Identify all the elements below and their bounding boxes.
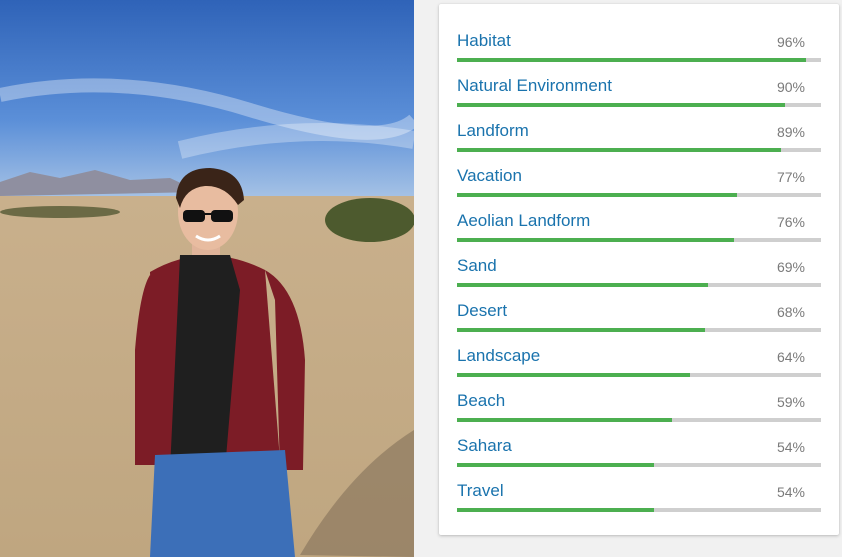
label-name-link[interactable]: Landscape: [457, 346, 540, 366]
confidence-bar-fill: [457, 103, 785, 107]
confidence-bar-track: [457, 193, 821, 197]
label-percent: 90%: [776, 79, 805, 95]
label-name-link[interactable]: Aeolian Landform: [457, 211, 590, 231]
label-percent: 64%: [776, 349, 805, 365]
label-percent: 59%: [776, 394, 805, 410]
confidence-bar-fill: [457, 508, 654, 512]
confidence-bar-fill: [457, 148, 781, 152]
label-name-link[interactable]: Vacation: [457, 166, 522, 186]
confidence-bar-track: [457, 418, 821, 422]
label-row: Landscape 64%: [457, 346, 821, 391]
confidence-bar-track: [457, 373, 821, 377]
confidence-bar-fill: [457, 328, 705, 332]
label-row: Vacation 77%: [457, 166, 821, 211]
label-row: Travel 54%: [457, 481, 821, 526]
confidence-bar-fill: [457, 373, 690, 377]
confidence-bar-track: [457, 283, 821, 287]
label-row: Sahara 54%: [457, 436, 821, 481]
label-name-link[interactable]: Travel: [457, 481, 504, 501]
label-percent: 96%: [776, 34, 805, 50]
label-row: Landform 89%: [457, 121, 821, 166]
confidence-bar-fill: [457, 283, 709, 287]
confidence-bar-track: [457, 238, 821, 242]
label-percent: 54%: [776, 439, 805, 455]
label-row: Sand 69%: [457, 256, 821, 301]
label-row: Habitat 96%: [457, 31, 821, 76]
label-name-link[interactable]: Landform: [457, 121, 529, 141]
confidence-bar-track: [457, 148, 821, 152]
confidence-bar-track: [457, 103, 821, 107]
label-percent: 54%: [776, 484, 805, 500]
label-row: Desert 68%: [457, 301, 821, 346]
confidence-bar-fill: [457, 418, 672, 422]
label-name-link[interactable]: Sahara: [457, 436, 512, 456]
label-row: Aeolian Landform 76%: [457, 211, 821, 256]
confidence-bar-fill: [457, 463, 654, 467]
confidence-bar-track: [457, 463, 821, 467]
label-row: Natural Environment 90%: [457, 76, 821, 121]
uploaded-photo: [0, 0, 414, 557]
label-percent: 69%: [776, 259, 805, 275]
label-name-link[interactable]: Desert: [457, 301, 507, 321]
confidence-bar-track: [457, 58, 821, 62]
confidence-bar-fill: [457, 58, 807, 62]
label-name-link[interactable]: Habitat: [457, 31, 511, 51]
label-percent: 68%: [776, 304, 805, 320]
confidence-bar-track: [457, 328, 821, 332]
label-percent: 76%: [776, 214, 805, 230]
label-name-link[interactable]: Beach: [457, 391, 505, 411]
label-name-link[interactable]: Sand: [457, 256, 497, 276]
confidence-bar-track: [457, 508, 821, 512]
confidence-bar-fill: [457, 238, 734, 242]
label-percent: 77%: [776, 169, 805, 185]
label-percent: 89%: [776, 124, 805, 140]
labels-panel: Habitat 96% Natural Environment 90% Landform…: [439, 4, 839, 535]
label-name-link[interactable]: Natural Environment: [457, 76, 612, 96]
label-row: Beach 59%: [457, 391, 821, 436]
confidence-bar-fill: [457, 193, 738, 197]
